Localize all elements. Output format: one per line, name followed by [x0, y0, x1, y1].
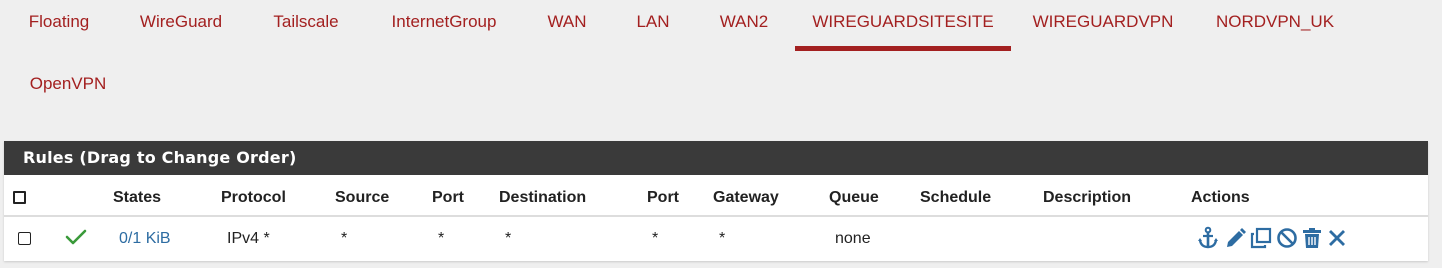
column-header-protocol: Protocol [221, 189, 286, 206]
column-header-queue: Queue [829, 189, 879, 206]
column-header-source-port: Port [432, 189, 464, 206]
states-link[interactable]: 0/1 KiB [119, 228, 171, 250]
check-icon[interactable] [65, 228, 87, 246]
tab-nordvpn-uk[interactable]: NORDVPN_UK [1209, 0, 1341, 44]
destination-cell: * [505, 230, 512, 247]
tab-openvpn[interactable]: OpenVPN [20, 62, 116, 106]
column-header-source: Source [335, 189, 390, 206]
tab-wireguardsitesite[interactable]: WIREGUARDSITESITE [795, 0, 1011, 51]
tab-wan2[interactable]: WAN2 [710, 0, 778, 44]
trash-icon[interactable] [1301, 226, 1323, 250]
rule-tabs: Floating WireGuard Tailscale InternetGro… [0, 0, 1442, 122]
column-header-description: Description [1043, 189, 1132, 206]
times-icon[interactable] [1326, 226, 1348, 250]
header-divider [4, 215, 1428, 217]
tab-floating[interactable]: Floating [18, 0, 100, 44]
pencil-icon[interactable] [1224, 226, 1246, 250]
row-select-checkbox[interactable] [18, 232, 31, 245]
column-header-gateway: Gateway [713, 189, 779, 206]
panel-title: Rules (Drag to Change Order) [4, 141, 1428, 175]
source-port-cell: * [438, 230, 445, 247]
ban-icon[interactable] [1276, 226, 1298, 250]
column-header-actions: Actions [1191, 189, 1250, 206]
queue-cell: none [835, 230, 871, 247]
column-header-schedule: Schedule [920, 189, 992, 206]
anchor-icon[interactable] [1197, 226, 1219, 250]
tab-wan[interactable]: WAN [538, 0, 596, 44]
copy-icon[interactable] [1250, 226, 1272, 250]
column-header-states: States [113, 189, 162, 206]
select-all-checkbox[interactable] [13, 191, 26, 204]
column-header-destination-port: Port [647, 189, 679, 206]
source-cell: * [341, 230, 348, 247]
column-header-destination: Destination [499, 189, 587, 206]
tab-internetgroup[interactable]: InternetGroup [381, 0, 507, 44]
tab-wireguardvpn[interactable]: WIREGUARDVPN [1028, 0, 1178, 44]
tab-wireguard[interactable]: WireGuard [131, 0, 231, 44]
destination-port-cell: * [652, 230, 659, 247]
tab-lan[interactable]: LAN [627, 0, 679, 44]
protocol-cell: IPv4 * [227, 230, 270, 247]
rules-panel: Rules (Drag to Change Order) States Prot… [4, 141, 1428, 261]
tab-tailscale[interactable]: Tailscale [262, 0, 350, 44]
gateway-cell: * [719, 230, 726, 247]
